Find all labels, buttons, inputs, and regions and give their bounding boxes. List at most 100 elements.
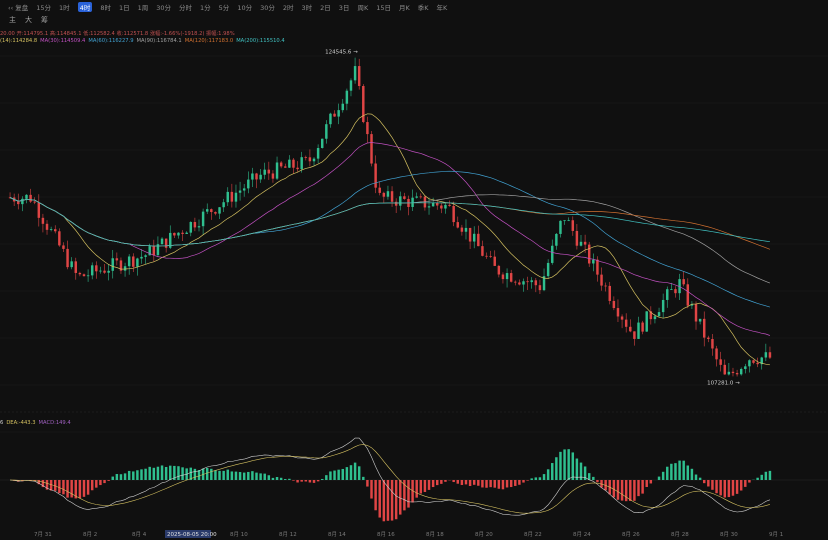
timeframe-9[interactable]: 5分 [219, 2, 230, 12]
candle-body [629, 326, 632, 332]
macd-bar [193, 468, 197, 480]
macd-bar [234, 471, 238, 480]
macd-bar [390, 480, 394, 521]
timeframe-12[interactable]: 2时 [283, 2, 294, 12]
macd-bar [534, 477, 538, 480]
candle-body [472, 233, 476, 242]
timeframe-1[interactable]: 1时 [59, 2, 70, 12]
candle-body [66, 248, 69, 268]
timeframe-3[interactable]: 8时 [100, 2, 111, 12]
x-tick-label: 8月 2 [83, 531, 97, 538]
timeframe-13[interactable]: 3时 [302, 2, 313, 12]
macd-bar [279, 477, 283, 480]
timeframe-11[interactable]: 30分 [260, 2, 275, 12]
macd-bar [242, 472, 246, 480]
candle-body [160, 238, 164, 245]
replay-button[interactable]: ‹‹ 复盘 [8, 2, 28, 12]
candle-body [366, 122, 369, 135]
macd-bar [263, 473, 266, 480]
candle-body [341, 103, 344, 111]
macd-bar [719, 480, 722, 496]
candle-body [563, 220, 566, 222]
tool-0[interactable]: 主 [9, 15, 16, 25]
candle-body [509, 273, 513, 282]
timeframe-18[interactable]: 月K [399, 2, 410, 12]
macd-bar [735, 480, 739, 494]
candle-body [325, 124, 328, 139]
macd-bar [690, 468, 694, 480]
timeframe-16[interactable]: 周K [357, 2, 368, 12]
candle-body [403, 196, 406, 199]
macd-bar [353, 462, 357, 480]
timeframe-7[interactable]: 分时 [179, 2, 192, 12]
candle-body [374, 163, 377, 188]
timeframe-0[interactable]: 15分 [36, 2, 51, 12]
macd-bar [764, 471, 768, 480]
macd-bar [711, 480, 714, 490]
candle-body [399, 196, 402, 206]
macd-bar [485, 480, 488, 488]
macd-bar [49, 480, 53, 491]
candle-body [189, 222, 193, 233]
candle-body [185, 232, 188, 235]
macd-bar [238, 472, 242, 480]
macd-bar [210, 468, 213, 480]
macd-bar [169, 465, 172, 480]
candle-body [78, 272, 82, 275]
x-tick-label: 9月 1 [769, 531, 783, 538]
x-tick-label: 8月 26 [622, 531, 640, 538]
macd-bar [702, 480, 706, 484]
macd-bar [127, 470, 131, 480]
candle-body [707, 337, 710, 340]
candle-body [715, 348, 718, 360]
candle-body [333, 113, 336, 117]
macd-bar [271, 477, 275, 480]
timeframe-2[interactable]: 4时 [77, 2, 93, 12]
tool-1[interactable]: 大 [25, 15, 32, 25]
timeframe-6[interactable]: 30分 [156, 2, 171, 12]
candle-body [234, 192, 238, 202]
timeframe-19[interactable]: 季K [418, 2, 429, 12]
macd-bar [452, 480, 455, 483]
timeframe-5[interactable]: 1周 [138, 2, 149, 12]
candle-body [62, 245, 65, 249]
timeframe-4[interactable]: 1日 [119, 2, 130, 12]
candle-body [612, 300, 616, 309]
candle-body [86, 275, 90, 277]
candle-body [764, 352, 768, 358]
timeframe-15[interactable]: 3日 [339, 2, 350, 12]
macd-bar [374, 480, 377, 511]
candle-body [731, 371, 735, 374]
candle-body [95, 265, 98, 272]
candle-body [501, 274, 505, 280]
candle-body [288, 159, 291, 168]
timeframe-17[interactable]: 15日 [376, 2, 391, 12]
ma14-line [9, 113, 770, 366]
macd-bar [345, 467, 349, 480]
candle-body [440, 205, 443, 209]
tool-2[interactable]: 筹 [41, 15, 48, 25]
ma-line-0 [9, 142, 771, 336]
candle-body [768, 352, 772, 358]
candlestick-chart[interactable]: 124545.6 → 107281.0 → 7月 31 8月 2 8月 4 2025-08… [0, 26, 828, 540]
macd-bar [427, 480, 431, 490]
macd-bar [255, 472, 258, 480]
candle-body [103, 270, 106, 273]
timeframe-10[interactable]: 10分 [237, 2, 252, 12]
macd-bar [362, 476, 365, 480]
candle-body [386, 191, 390, 197]
macd-bar [259, 473, 262, 480]
macd-bar [440, 480, 443, 484]
timeframe-20[interactable]: 年K [437, 2, 448, 12]
macd-bar [111, 476, 114, 480]
macd-bar [140, 469, 143, 480]
macd-bar [95, 480, 98, 488]
macd-bar [637, 480, 640, 497]
macd-bar [325, 475, 328, 480]
timeframe-14[interactable]: 2日 [320, 2, 331, 12]
candle-body [222, 202, 225, 208]
candle-body [205, 209, 209, 212]
timeframe-8[interactable]: 1分 [200, 2, 211, 12]
macd-bar [501, 480, 505, 490]
macd-bar [661, 471, 665, 480]
